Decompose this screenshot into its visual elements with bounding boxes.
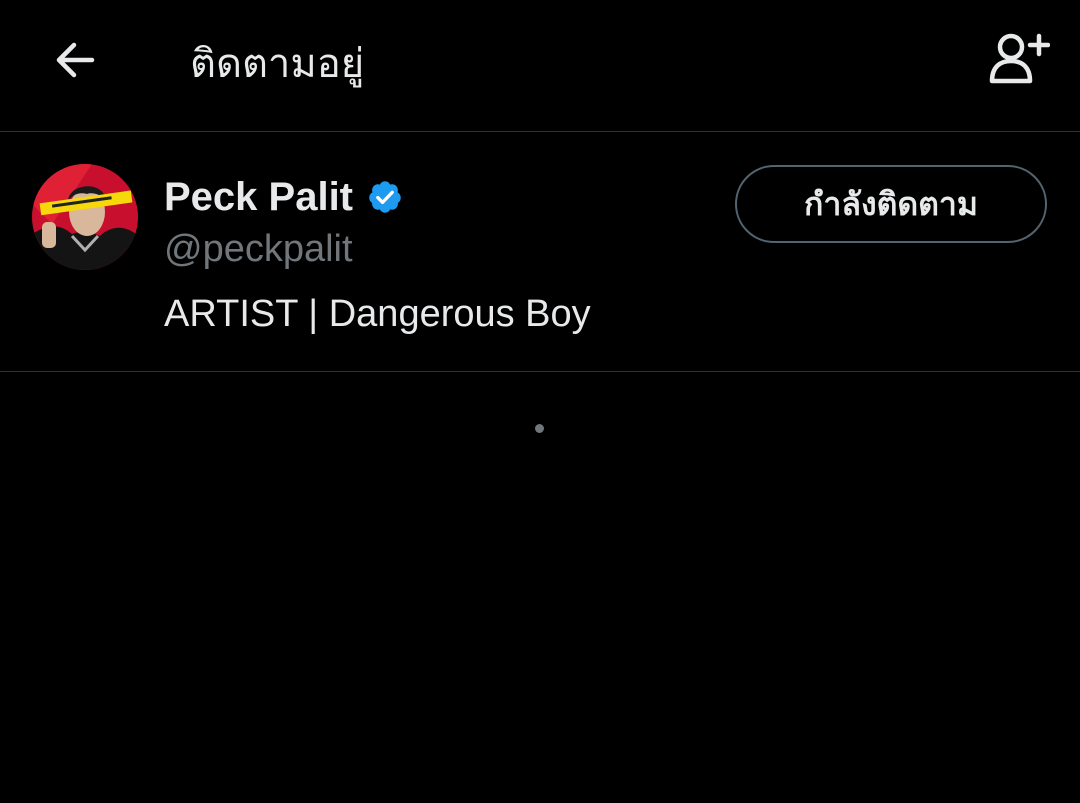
loading-indicator: [535, 424, 544, 433]
add-follow-button[interactable]: [984, 28, 1052, 88]
user-handle: @peckpalit: [164, 228, 353, 270]
avatar[interactable]: [32, 164, 138, 270]
display-name[interactable]: Peck Palit: [164, 175, 353, 220]
app-root: ติดตามอยู่ Peck Palit @peckpalit ARTIST …: [0, 0, 1080, 803]
arrow-left-icon: [56, 42, 95, 78]
page-title: ติดตามอยู่: [190, 41, 365, 87]
avatar-image: [32, 164, 138, 270]
user-list-item[interactable]: Peck Palit @peckpalit ARTIST | Dangerous…: [0, 132, 1080, 372]
following-button[interactable]: กำลังติดตาม: [735, 165, 1047, 243]
back-button[interactable]: [44, 32, 104, 88]
user-bio: ARTIST | Dangerous Boy: [164, 293, 591, 335]
top-app-bar: ติดตามอยู่: [0, 0, 1080, 132]
verified-badge-icon: [367, 179, 403, 215]
name-line: Peck Palit: [164, 172, 403, 222]
person-plus-icon: [989, 33, 1050, 84]
